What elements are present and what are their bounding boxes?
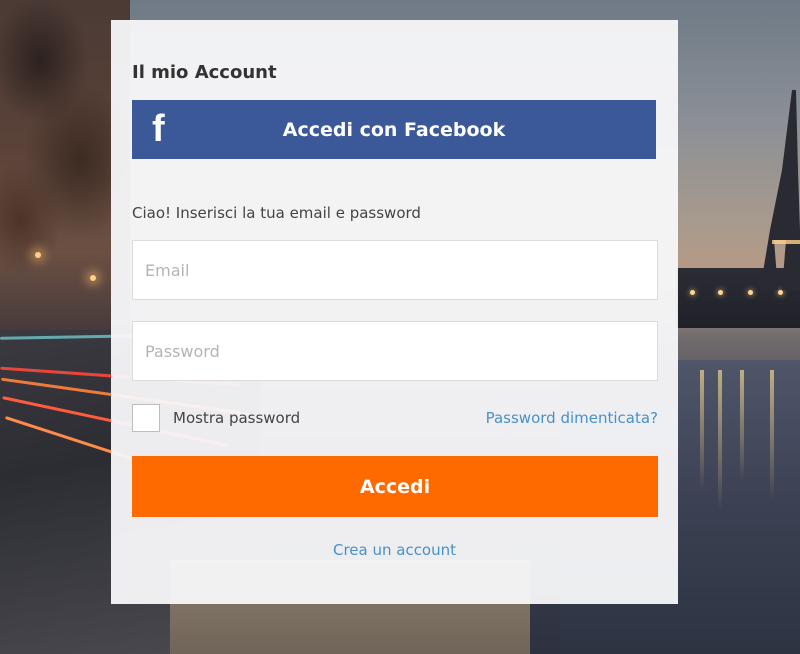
login-button[interactable]: Accedi [132,456,658,517]
password-field[interactable] [132,321,658,381]
forgot-password-link[interactable]: Password dimenticata? [486,409,658,427]
facebook-login-button[interactable]: f Accedi con Facebook [132,100,656,159]
light-reflection [770,370,774,500]
bridge-light [690,290,695,295]
eiffel-tower [760,90,800,290]
create-account-link[interactable]: Crea un account [111,541,678,559]
page-title: Il mio Account [132,62,277,83]
show-password-label[interactable]: Mostra password [173,409,300,427]
street-lamp [90,275,96,281]
light-reflection [740,370,744,480]
light-reflection [700,370,704,490]
facebook-icon: f [152,108,165,150]
show-password-checkbox[interactable] [132,404,160,432]
facebook-login-label: Accedi con Facebook [282,118,506,141]
intro-text: Ciao! Inserisci la tua email e password [132,204,421,222]
bridge-light [748,290,753,295]
light-reflection [718,370,722,510]
login-button-label: Accedi [359,475,431,498]
login-panel: Il mio Account f Accedi con Facebook Cia… [111,20,678,604]
email-field[interactable] [132,240,658,300]
bridge-light [718,290,723,295]
street-lamp [35,252,41,258]
bridge-light [778,290,783,295]
